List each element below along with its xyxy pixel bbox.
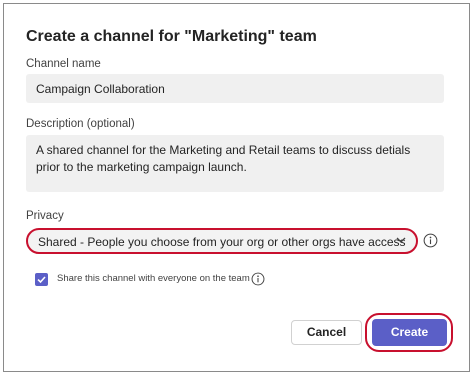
share-checkbox-label: Share this channel with everyone on the … (57, 273, 250, 284)
info-icon[interactable] (423, 233, 438, 248)
info-icon[interactable] (251, 272, 265, 286)
checkmark-icon (37, 276, 46, 284)
create-button[interactable]: Create (372, 319, 447, 346)
channel-name-input[interactable]: Campaign Collaboration (26, 74, 444, 103)
dialog-title: Create a channel for "Marketing" team (26, 28, 317, 45)
privacy-selected-value: Shared - People you choose from your org… (38, 235, 406, 249)
create-channel-dialog: Create a channel for "Marketing" team Ch… (3, 3, 470, 372)
cancel-button[interactable]: Cancel (291, 320, 362, 345)
share-checkbox[interactable] (35, 273, 48, 286)
description-label: Description (optional) (26, 118, 135, 130)
privacy-dropdown[interactable]: Shared - People you choose from your org… (26, 228, 418, 254)
description-textarea[interactable]: A shared channel for the Marketing and R… (26, 135, 444, 192)
channel-name-label: Channel name (26, 58, 101, 70)
privacy-label: Privacy (26, 210, 64, 222)
chevron-down-icon (396, 237, 406, 243)
